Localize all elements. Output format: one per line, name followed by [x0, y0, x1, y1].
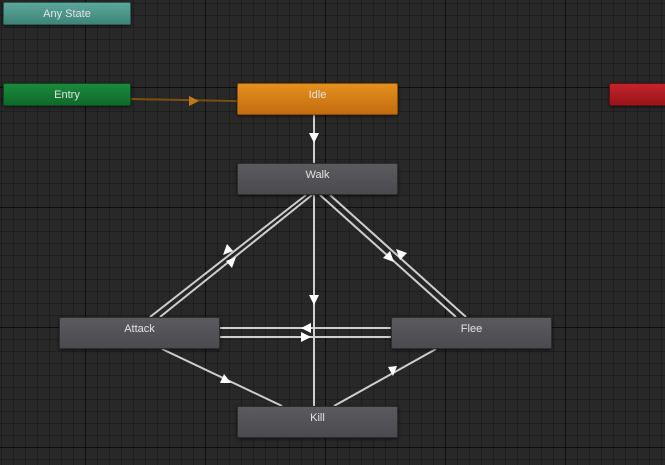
transition-attack-to-kill[interactable] — [161, 348, 283, 407]
transition-arrow-entry-to-idle — [189, 96, 199, 106]
state-label: Kill — [310, 412, 325, 424]
state-label: Walk — [305, 169, 330, 181]
state-node-flee[interactable]: Flee — [391, 317, 552, 349]
state-node-any-state[interactable]: Any State — [3, 2, 131, 25]
state-node-entry[interactable]: Entry — [3, 83, 131, 106]
transition-arrow-idle-to-walk — [309, 133, 319, 143]
transition-arrow-attack-to-kill — [220, 374, 231, 383]
transition-flee-to-walk[interactable] — [329, 194, 467, 318]
state-node-walk[interactable]: Walk — [237, 163, 398, 195]
transition-entry-to-idle[interactable] — [130, 98, 238, 102]
transition-arrow-attack-to-walk — [226, 257, 236, 268]
transition-layer — [130, 96, 467, 407]
transition-arrow-attack-to-flee — [301, 332, 311, 342]
state-node-exit[interactable] — [609, 83, 665, 106]
transition-attack-to-walk[interactable] — [159, 194, 313, 318]
state-node-kill[interactable]: Kill — [237, 406, 398, 438]
animator-graph-canvas[interactable]: Any State Entry Idle Walk Attack Flee Ki… — [0, 0, 665, 465]
transition-arrow-walk-to-kill — [309, 295, 319, 305]
state-node-attack[interactable]: Attack — [59, 317, 220, 349]
state-label: Entry — [54, 89, 80, 101]
transition-kill-to-flee[interactable] — [333, 348, 437, 407]
state-label: Flee — [460, 323, 483, 335]
transition-arrow-flee-to-attack — [301, 323, 311, 333]
state-label: Attack — [124, 323, 155, 335]
transition-walk-to-attack[interactable] — [149, 194, 307, 318]
state-node-idle[interactable]: Idle — [237, 83, 398, 115]
state-label: Idle — [308, 89, 327, 101]
state-label: Any State — [43, 8, 91, 20]
